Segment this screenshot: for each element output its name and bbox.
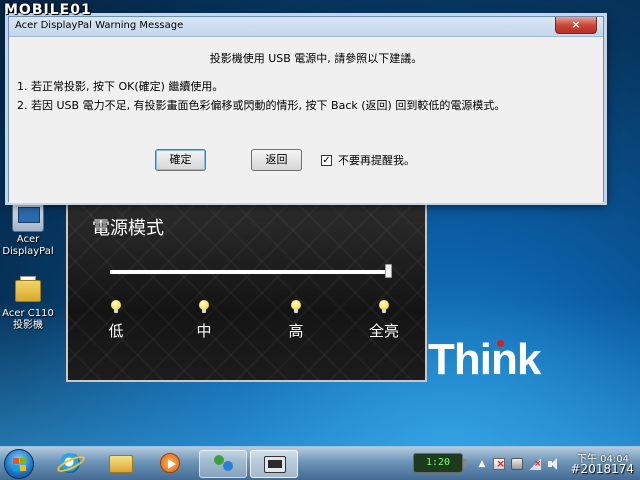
internet-explorer-button[interactable] [50,450,90,478]
network-icon[interactable] [529,458,542,470]
bulb-icon [199,300,209,314]
bulb-icon [291,300,301,314]
level-label: 低 [108,322,124,340]
file-explorer-button[interactable] [100,450,140,478]
level-label: 高 [288,322,304,340]
level-medium[interactable]: 中 [184,300,224,341]
desktop-icon-displaypal[interactable]: Acer DisplayPal [0,200,56,258]
desktop-icon-label: Acer DisplayPal [2,234,54,257]
watermark-id: #2018174 [570,462,635,476]
media-player-icon [160,453,180,473]
level-low[interactable]: 低 [96,300,136,341]
bulb-icon [111,300,121,314]
desktop-icon-label: Acer C110 投影機 [2,308,54,331]
projector-icon [264,456,286,473]
dialog-title: Acer DisplayPal Warning Message [15,20,184,31]
messenger-icon [214,455,234,473]
dont-remind-option[interactable]: ✓ 不要再提醒我。 [321,152,415,168]
dialog-instruction-1: 1. 若正常投影, 按下 OK(確定) 繼續使用。 [17,80,224,93]
ok-button[interactable]: 確定 [155,149,206,171]
dialog-instruction-2: 2. 若因 USB 電力不足, 有投影畫面色彩偏移或閃動的情形, 按下 Back… [17,99,506,112]
power-slider[interactable] [110,264,392,278]
warning-dialog: Acer DisplayPal Warning Message × 投影機使用 … [8,16,604,203]
level-full[interactable]: 全亮 [364,300,404,341]
taskbar [0,446,640,480]
windows-logo-icon [13,458,27,472]
folder-icon [12,274,44,306]
bulb-icon [379,300,389,314]
internet-explorer-icon [60,453,80,473]
think-logo-dot [497,340,504,347]
power-mode-panel: 電源模式 低 中 高 全亮 [66,202,427,382]
close-button[interactable]: × [555,17,597,34]
folder-icon [109,455,133,473]
watermark-logo: MOBILE01 [4,2,92,18]
action-center-icon[interactable] [493,457,505,470]
back-button[interactable]: 返回 [251,149,302,171]
desktop-icon-acer-c110[interactable]: Acer C110 投影機 [0,274,56,332]
show-hidden-icons-button[interactable]: ▲ [476,458,488,470]
volume-icon[interactable] [547,458,559,470]
start-button[interactable] [4,449,34,479]
slider-thumb[interactable] [385,264,392,278]
dont-remind-label: 不要再提醒我。 [338,154,415,167]
dialog-content: 投影機使用 USB 電源中, 請參照以下建議。 1. 若正常投影, 按下 OK(… [9,38,603,203]
close-icon: × [571,18,581,31]
level-label: 全亮 [368,322,399,340]
media-player-button[interactable] [150,450,190,478]
dialog-titlebar[interactable]: Acer DisplayPal Warning Message × [9,17,603,37]
battery-time: 1:20 [425,457,451,468]
displaypal-app-icon [12,200,44,232]
level-high[interactable]: 高 [276,300,316,341]
level-label: 中 [196,322,212,340]
battery-indicator[interactable]: 1:20 [413,453,467,473]
dont-remind-checkbox[interactable]: ✓ [321,154,332,166]
slider-fill [110,270,388,274]
messenger-button[interactable] [199,450,247,478]
think-logo: Think [428,335,541,384]
displaypal-taskbar-button[interactable] [250,450,298,478]
dialog-heading: 投影機使用 USB 電源中, 請參照以下建議。 [209,52,423,65]
power-icon[interactable] [511,458,523,470]
panel-title: 電源模式 [92,218,164,239]
